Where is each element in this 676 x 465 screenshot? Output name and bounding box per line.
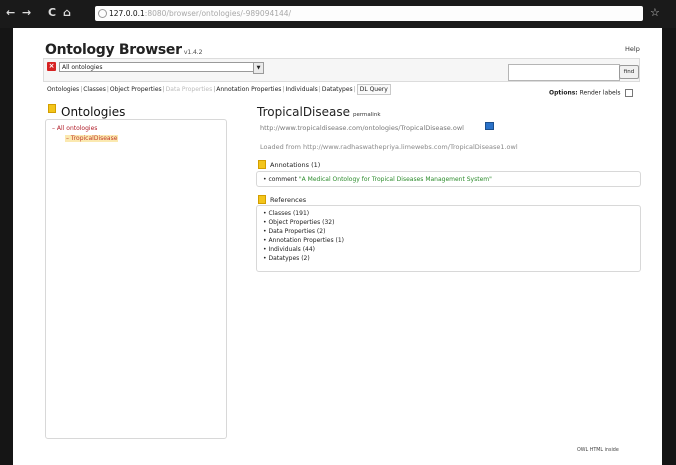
render-labels-label: Render labels	[579, 89, 621, 97]
ontologies-heading: Ontologies	[61, 105, 126, 119]
address-path: :8080/browser/ontologies/-989094144/	[144, 9, 292, 18]
reference-item[interactable]: • Datatypes (2)	[263, 255, 310, 262]
reference-datatypes[interactable]: Datatypes (2)	[268, 255, 309, 262]
tab-dl-query[interactable]: DL Query	[356, 84, 391, 95]
annotation-comment: • comment "A Medical Ontology for Tropic…	[263, 176, 492, 183]
reference-item[interactable]: • Object Properties (32)	[263, 219, 334, 226]
tree-root-label[interactable]: All ontologies	[57, 125, 97, 132]
app-title-text: Ontology Browser	[45, 42, 182, 58]
tab-ontologies[interactable]: Ontologies	[47, 85, 79, 94]
find-button[interactable]: find	[619, 65, 639, 79]
permalink-link[interactable]: permalink	[353, 112, 381, 118]
left-window-border	[0, 28, 13, 465]
ontology-icon	[48, 104, 56, 113]
annotations-heading: Annotations (1)	[270, 161, 321, 169]
search-input[interactable]	[508, 64, 620, 81]
reference-item[interactable]: • Annotation Properties (1)	[263, 237, 344, 244]
tab-classes[interactable]: Classes	[83, 85, 106, 94]
references-heading: References	[270, 196, 307, 204]
help-link[interactable]: Help	[625, 45, 640, 53]
forward-icon[interactable]: →	[22, 7, 31, 19]
references-icon	[258, 195, 266, 204]
page: Ontology Browser v1.4.2 Help × All ontolo…	[13, 28, 662, 465]
ontology-iri[interactable]: http://www.tropicaldisease.com/ontologie…	[260, 124, 464, 132]
annotations-icon	[258, 160, 266, 169]
ontology-title: TropicalDisease permalink	[257, 105, 381, 119]
options-label: Options:	[549, 89, 578, 97]
ontology-tree-panel	[45, 119, 227, 439]
ontology-title-text: TropicalDisease	[257, 105, 351, 119]
reference-object-properties[interactable]: Object Properties (32)	[268, 219, 334, 226]
browser-toolbar: ← → C ⌂ 127.0.0.1:8080/browser/ontologie…	[0, 0, 676, 28]
render-labels-checkbox[interactable]	[625, 89, 634, 97]
app-title: Ontology Browser v1.4.2	[45, 42, 203, 58]
reload-icon[interactable]: C	[48, 7, 56, 19]
reference-item[interactable]: • Individuals (44)	[263, 246, 315, 253]
right-window-border	[662, 28, 676, 465]
reference-classes[interactable]: Classes (191)	[268, 210, 309, 217]
tree-root[interactable]: – All ontologies	[52, 125, 97, 132]
tab-bar: Ontologies|Classes|Object Properties|Dat…	[47, 84, 391, 95]
home-icon[interactable]: ⌂	[63, 7, 71, 19]
reference-data-properties[interactable]: Data Properties (2)	[268, 228, 325, 235]
tab-datatypes[interactable]: Datatypes	[322, 85, 353, 94]
address-host: 127.0.0.1	[109, 9, 145, 18]
annotation-value: "A Medical Ontology for Tropical Disease…	[298, 176, 492, 183]
bookmark-star-icon[interactable]: ☆	[650, 6, 660, 19]
external-link-icon[interactable]	[485, 122, 494, 130]
options-bar: Options: Render labels	[549, 89, 634, 97]
dropdown-arrow-icon[interactable]: ▼	[253, 62, 264, 74]
ontology-select-value: All ontologies	[62, 64, 103, 71]
ontology-select[interactable]: All ontologies ▼	[59, 62, 264, 74]
clear-icon[interactable]: ×	[47, 62, 56, 71]
globe-icon	[98, 9, 107, 18]
loaded-from-text: Loaded from http://www.radhaswathepriya.…	[260, 143, 518, 151]
footer-text: OWL HTML inside	[577, 448, 619, 453]
reference-item[interactable]: • Data Properties (2)	[263, 228, 325, 235]
reference-item[interactable]: • Classes (191)	[263, 210, 309, 217]
back-icon[interactable]: ←	[6, 7, 15, 19]
reference-individuals[interactable]: Individuals (44)	[268, 246, 315, 253]
app-version: v1.4.2	[183, 48, 203, 56]
annotation-property[interactable]: comment	[268, 176, 297, 183]
reference-annotation-properties[interactable]: Annotation Properties (1)	[268, 237, 344, 244]
tree-node-tropicaldisease[interactable]: – TropicalDisease	[65, 135, 119, 142]
tab-object-properties[interactable]: Object Properties	[110, 85, 162, 94]
address-bar[interactable]: 127.0.0.1:8080/browser/ontologies/-98909…	[95, 6, 643, 21]
tab-individuals[interactable]: Individuals	[285, 85, 317, 94]
tree-node-label[interactable]: TropicalDisease	[71, 135, 118, 142]
tab-data-properties: Data Properties	[165, 86, 213, 93]
tab-annotation-properties[interactable]: Annotation Properties	[216, 85, 281, 94]
